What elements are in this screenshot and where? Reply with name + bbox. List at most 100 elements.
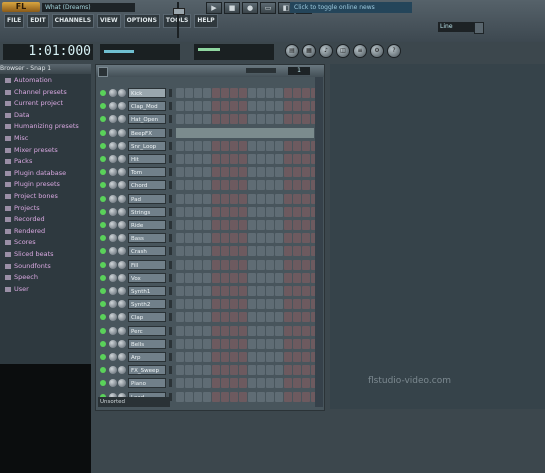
step-button[interactable] [302,365,310,376]
channel-pan-knob[interactable] [109,128,117,137]
step-button[interactable] [203,206,211,217]
step-button[interactable] [221,154,229,164]
help-icon[interactable]: ? [387,44,401,58]
step-button[interactable] [185,180,193,191]
step-button[interactable] [230,114,238,125]
step-button[interactable] [266,206,274,217]
step-button[interactable] [275,325,283,336]
step-button[interactable] [293,338,301,349]
step-button[interactable] [230,365,238,376]
channel-name-button[interactable]: Vox [128,272,166,283]
browser-folder[interactable]: Data [2,110,90,122]
step-button[interactable] [302,378,310,389]
step-button[interactable] [212,325,220,336]
channel-name-button[interactable]: Chord [128,180,166,191]
step-button[interactable] [248,338,256,349]
step-button[interactable] [302,246,310,257]
step-button[interactable] [176,233,184,244]
channel-pan-knob[interactable] [109,89,117,97]
step-button[interactable] [266,259,274,270]
step-button[interactable] [257,167,265,178]
step-button[interactable] [203,286,211,296]
channel-volume-knob[interactable] [118,141,126,150]
pattern-dropdown-button[interactable] [474,22,484,34]
step-button[interactable] [293,325,301,336]
channel-select-bar[interactable] [169,115,172,124]
step-button[interactable] [257,391,265,402]
channel-volume-knob[interactable] [118,168,126,177]
step-button[interactable] [212,378,220,389]
step-button[interactable] [212,206,220,217]
step-button[interactable] [302,206,310,217]
step-button[interactable] [221,233,229,244]
step-button[interactable] [302,101,310,112]
browser-folder[interactable]: Mixer presets [2,145,90,157]
step-button[interactable] [302,233,310,244]
step-button[interactable] [230,246,238,257]
step-button[interactable] [194,193,202,204]
step-button[interactable] [248,259,256,270]
step-button[interactable] [257,180,265,191]
step-button[interactable] [239,272,247,283]
step-button[interactable] [212,272,220,283]
step-button[interactable] [248,154,256,164]
step-button[interactable] [275,154,283,164]
channel-select-bar[interactable] [169,273,172,282]
step-button[interactable] [266,193,274,204]
channel-mute-led[interactable] [100,222,106,228]
step-button[interactable] [194,312,202,323]
step-button[interactable] [293,167,301,178]
step-button[interactable] [257,312,265,323]
step-button[interactable] [221,391,229,402]
step-button[interactable] [230,88,238,98]
step-button[interactable] [194,154,202,164]
step-button[interactable] [284,206,292,217]
step-button[interactable] [248,88,256,98]
step-button[interactable] [302,180,310,191]
browser-folder[interactable]: Plugin presets [2,179,90,191]
step-button[interactable] [212,154,220,164]
channel-select-bar[interactable] [169,366,172,375]
step-button[interactable] [284,286,292,296]
channel-pan-knob[interactable] [109,207,117,216]
step-button[interactable] [239,378,247,389]
step-button[interactable] [257,101,265,112]
step-button[interactable] [293,378,301,389]
step-button[interactable] [212,220,220,230]
step-button[interactable] [212,180,220,191]
step-button[interactable] [221,365,229,376]
browser-folder[interactable]: Misc [2,133,90,145]
step-button[interactable] [275,220,283,230]
sequencer-menu-button[interactable] [98,67,108,77]
step-button[interactable] [275,180,283,191]
channel-mute-led[interactable] [100,327,106,334]
channel-pan-knob[interactable] [109,115,117,124]
step-button[interactable] [185,246,193,257]
step-button[interactable] [185,365,193,376]
step-button[interactable] [284,180,292,191]
channel-pan-knob[interactable] [109,379,117,388]
step-button[interactable] [266,220,274,230]
channel-name-button[interactable]: Fill [128,259,166,270]
channel-volume-knob[interactable] [118,234,126,243]
step-button[interactable] [221,378,229,389]
menu-options[interactable]: OPTIONS [123,14,160,28]
channel-pan-knob[interactable] [109,181,117,190]
step-button[interactable] [194,233,202,244]
channel-name-button[interactable]: BeepFX [128,127,166,138]
step-button[interactable] [266,101,274,112]
channel-volume-knob[interactable] [118,313,126,322]
step-button[interactable] [275,140,283,151]
step-button[interactable] [212,88,220,98]
step-button[interactable] [266,312,274,323]
step-button[interactable] [257,259,265,270]
step-button[interactable] [248,312,256,323]
step-button[interactable] [185,259,193,270]
step-button[interactable] [302,259,310,270]
channel-mute-led[interactable] [100,116,106,123]
step-button[interactable] [185,154,193,164]
step-button[interactable] [266,180,274,191]
step-button[interactable] [176,206,184,217]
step-button[interactable] [230,180,238,191]
transport-button-3[interactable]: ▭ [260,2,276,14]
